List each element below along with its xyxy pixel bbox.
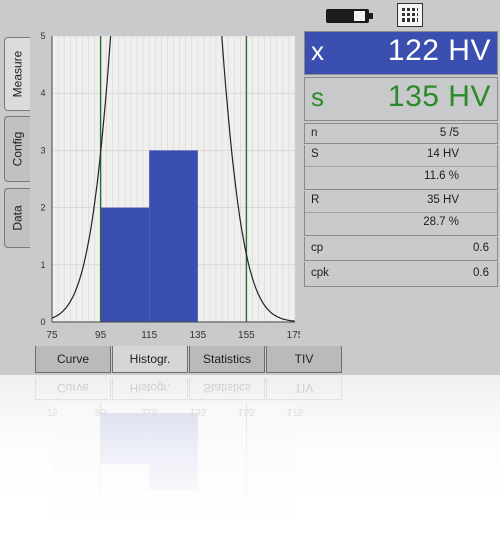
mean-value: 122 HV (387, 34, 491, 67)
tab-label: Histogr. (129, 352, 171, 366)
stat-value: 0.6 (473, 242, 489, 254)
x-tick-label: 95 (95, 330, 107, 341)
stat-value: 14 HV (427, 148, 459, 160)
x-tick-label: 155 (238, 330, 255, 341)
stat-percent: 28.7 % (423, 216, 459, 228)
tab-curve[interactable]: Curve (35, 346, 111, 373)
side-tab-label: Measure (10, 50, 25, 98)
stat-label: cp (311, 242, 324, 254)
tab-statistics[interactable]: Statistics (189, 346, 265, 373)
mean-symbol: x (311, 36, 324, 66)
tab-label: Statistics (202, 352, 251, 366)
side-tab-label: Config (10, 131, 25, 167)
histogram-chart: 0 1 2 3 4 5 75 95 115 135 155 175 (30, 30, 300, 350)
stat-row-r: R 35 HV 28.7 % (304, 191, 498, 236)
side-tab-data[interactable]: Data (4, 188, 30, 248)
stat-label: cpk (311, 267, 329, 279)
battery-icon (326, 9, 369, 23)
x-tick-label: 115 (141, 330, 157, 341)
tab-tiv[interactable]: TIV (266, 346, 342, 373)
max-row: s 135 HV (304, 77, 498, 121)
stat-row-cpk: cpk 0.6 (304, 262, 498, 287)
x-tick-label: 135 (189, 330, 206, 341)
x-tick-label: 175 (287, 330, 300, 341)
stat-percent: 11.6 % (424, 170, 459, 182)
stat-label: S (311, 148, 319, 160)
tab-label: TIV (294, 352, 314, 366)
histogram-bar (149, 150, 198, 322)
max-symbol: s (311, 82, 324, 112)
side-tab-measure[interactable]: Measure (4, 37, 30, 111)
side-tab-config[interactable]: Config (4, 116, 30, 182)
histogram-svg: 0 1 2 3 4 5 75 95 115 135 155 175 (40, 31, 300, 341)
screen-reflection: 7595115135155175 Curve Histogr. Statisti… (0, 375, 500, 534)
y-tick-label: 1 (40, 260, 45, 270)
x-tick-label: 75 (46, 330, 58, 341)
tab-label: Curve (56, 352, 89, 366)
tab-histogram[interactable]: Histogr. (112, 346, 188, 373)
y-tick-label: 3 (40, 145, 45, 155)
max-value: 135 HV (387, 80, 491, 113)
calculator-icon[interactable] (397, 3, 423, 27)
histogram-bar (100, 207, 150, 322)
battery-terminal (369, 13, 373, 19)
stat-value: 5 /5 (439, 127, 459, 139)
side-tab-label: Data (10, 205, 25, 231)
stat-label: n (311, 127, 318, 139)
y-tick-label: 0 (40, 317, 45, 327)
stat-row-cp: cp 0.6 (304, 237, 498, 261)
y-tick-label: 2 (40, 203, 45, 213)
stat-row-n: n 5 /5 (304, 123, 498, 144)
y-tick-label: 4 (40, 88, 45, 98)
device-screen: Measure Config Data 0 1 2 3 4 5 75 95 115 135 155 1… (0, 0, 500, 375)
stat-label: R (311, 194, 320, 206)
stat-value: 35 HV (427, 194, 459, 206)
stat-value: 0.6 (473, 267, 489, 279)
mean-row: x 122 HV (304, 31, 498, 75)
statistics-panel: x 122 HV s 135 HV n 5 /5 S 14 HV 11.6 % … (304, 31, 498, 298)
stat-row-s: S 14 HV 11.6 % (304, 145, 498, 190)
y-tick-label: 5 (40, 31, 45, 41)
reflection-fade (0, 375, 500, 534)
